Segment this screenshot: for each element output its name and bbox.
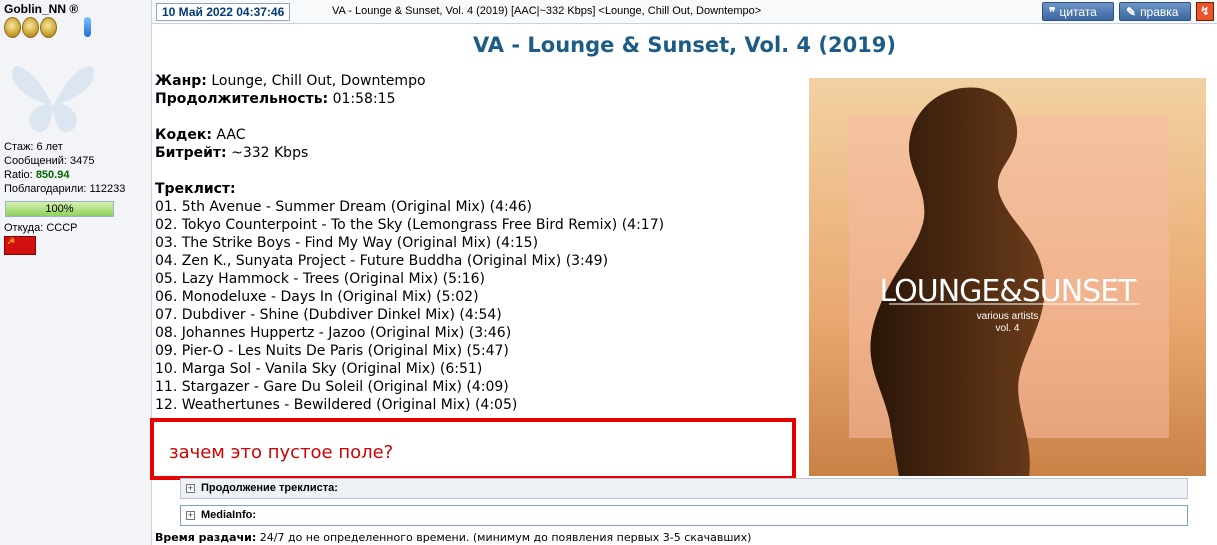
track-item: 09. Pier-O - Les Nuits De Paris (Origina… [155, 343, 509, 359]
hammer-sickle-icon: ☭ [7, 237, 16, 247]
username[interactable]: Goblin_NN ® [4, 2, 78, 16]
ratio-progress-bar: 100% [5, 201, 114, 217]
track-item: 12. Weathertunes - Bewildered (Original … [155, 397, 518, 413]
track-item: 08. Johannes Huppertz - Jazoo (Original … [155, 325, 512, 341]
spoiler-tracklist-continued[interactable]: + Продолжение треклиста: [180, 478, 1188, 499]
cover-subtitle: various artists [976, 311, 1039, 322]
cover-volume: vol. 4 [995, 323, 1020, 334]
quote-icon: ❞ [1049, 4, 1056, 19]
track-item: 03. The Strike Boys - Find My Way (Origi… [155, 235, 539, 251]
user-panel: Goblin_NN ® Стаж: 6 лет Сообщений: 3475 … [0, 0, 152, 545]
annotation-text: зачем это пустое поле? [169, 442, 394, 463]
flag-icon: ☭ [4, 236, 36, 255]
pencil-icon: ✎ [1126, 4, 1137, 19]
avatar [8, 52, 98, 142]
annotation-box: зачем это пустое поле? [150, 418, 796, 480]
report-button[interactable]: ↯ [1196, 2, 1214, 21]
tracklist-heading: Треклист: [155, 181, 236, 197]
bitrate-row: Битрейт: ~332 Kbps [155, 145, 309, 161]
progress-label: 100% [45, 203, 74, 215]
track-item: 10. Marga Sol - Vanila Sky (Original Mix… [155, 361, 483, 377]
genre-row: Жанр: Lounge, Chill Out, Downtempo [155, 73, 426, 89]
duration-row: Продолжительность: 01:58:15 [155, 91, 396, 107]
spoiler-mediainfo[interactable]: + MediaInfo: [180, 505, 1188, 526]
medals [4, 17, 57, 38]
track-item: 02. Tokyo Counterpoint - To the Sky (Lem… [155, 217, 665, 233]
album-cover[interactable]: LOUNGE&SUNSET various artists vol. 4 [809, 78, 1206, 476]
track-item: 05. Lazy Hammock - Trees (Original Mix) … [155, 271, 486, 287]
stat-ratio: Ratio: 850.94 [4, 169, 70, 181]
track-item: 01. 5th Avenue - Summer Dream (Original … [155, 199, 532, 215]
medal-icon [40, 17, 57, 38]
report-icon: ↯ [1199, 4, 1211, 18]
stat-location: Откуда: СССР [4, 222, 78, 234]
seed-time: Время раздачи: 24/7 до не определенного … [155, 531, 752, 544]
tracklist: 01. 5th Avenue - Summer Dream (Original … [155, 198, 664, 414]
expand-icon: + [186, 510, 195, 520]
stat-experience: Стаж: 6 лет [4, 141, 63, 153]
gender-male-icon [84, 17, 91, 37]
post-date-link[interactable]: 10 Май 2022 04:37:46 [156, 3, 291, 21]
release-details: Жанр: Lounge, Chill Out, Downtempo Продо… [155, 72, 664, 414]
post-header: 10 Май 2022 04:37:46 VA - Lounge & Sunse… [152, 0, 1217, 24]
track-item: 11. Stargazer - Gare Du Soleil (Original… [155, 379, 509, 395]
release-title: VA - Lounge & Sunset, Vol. 4 (2019) [472, 33, 896, 57]
track-item: 04. Zen K., Sunyata Project - Future Bud… [155, 253, 609, 269]
post-subject: VA - Lounge & Sunset, Vol. 4 (2019) [AAC… [332, 5, 762, 17]
medal-icon [4, 17, 21, 38]
track-item: 07. Dubdiver - Shine (Dubdiver Dinkel Mi… [155, 307, 502, 323]
edit-button[interactable]: ✎ правка [1119, 2, 1191, 21]
medal-icon [22, 17, 39, 38]
stat-thanked: Поблагодарили: 112233 [4, 183, 126, 195]
stat-messages: Сообщений: 3475 [4, 155, 95, 167]
codec-row: Кодек: AAC [155, 127, 246, 143]
quote-button[interactable]: ❞ цитата [1042, 2, 1114, 21]
cover-brand-text: LOUNGE&SUNSET [879, 274, 1136, 309]
expand-icon: + [186, 483, 195, 493]
track-item: 06. Monodeluxe - Days In (Original Mix) … [155, 289, 479, 305]
